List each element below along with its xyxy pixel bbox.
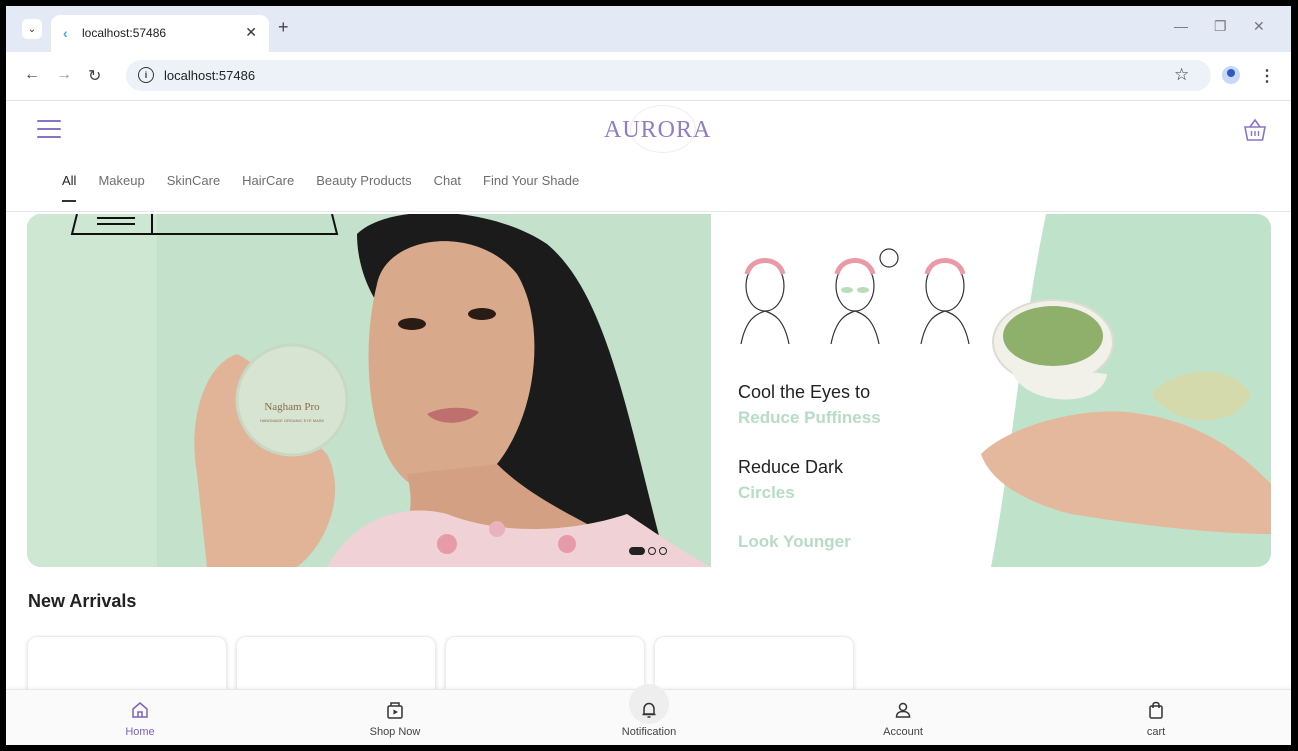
- nav-shop-now[interactable]: Shop Now: [335, 690, 455, 745]
- site-info-icon[interactable]: i: [138, 67, 154, 83]
- promo-carousel[interactable]: Nagham Pro HANDMADE ORGANIC EYE MASK Coo…: [27, 214, 1271, 567]
- flutter-favicon-icon: ‹: [63, 25, 68, 41]
- nav-notification[interactable]: Notification: [589, 684, 709, 745]
- carousel-dot[interactable]: [659, 547, 667, 555]
- carousel-dot-active[interactable]: [629, 547, 645, 555]
- nav-notification-label: Notification: [621, 726, 677, 738]
- nav-account[interactable]: Account: [843, 690, 963, 745]
- nav-shop-now-label: Shop Now: [369, 726, 421, 738]
- shop-now-icon: [387, 702, 403, 719]
- jar-brand-label: Nagham Pro: [264, 401, 320, 413]
- nav-account-label: Account: [883, 726, 923, 738]
- home-icon: [132, 702, 148, 718]
- tab-skincare[interactable]: SkinCare: [167, 173, 220, 188]
- profile-avatar-icon[interactable]: [1222, 66, 1240, 84]
- tab-haircare[interactable]: HairCare: [242, 173, 294, 188]
- url-text: localhost:57486: [164, 68, 256, 83]
- tab-title: localhost:57486: [82, 26, 167, 40]
- nav-home-label: Home: [125, 726, 155, 738]
- browser-menu-icon[interactable]: ⋮: [1259, 66, 1275, 86]
- tab-chat[interactable]: Chat: [434, 173, 461, 188]
- jar-subtitle-label: HANDMADE ORGANIC EYE MASK: [260, 418, 325, 423]
- back-arrow-icon[interactable]: ←: [24, 66, 40, 84]
- banner-line-3-accent: Look Younger: [738, 532, 851, 551]
- banner-line-1-accent: Reduce Puffiness: [738, 408, 881, 427]
- banner-slide-model: Nagham Pro HANDMADE ORGANIC EYE MASK: [27, 214, 711, 567]
- cart-bag-icon: [1149, 701, 1163, 719]
- category-tabs: All Makeup SkinCare HairCare Beauty Prod…: [62, 173, 601, 202]
- browser-toolbar: ← → ↻ i localhost:57486 ☆ ⋮: [6, 52, 1291, 101]
- app-header: AURORA All Makeup SkinCare HairCare Beau…: [6, 101, 1291, 212]
- reload-icon[interactable]: ↻: [88, 66, 101, 86]
- banner-line-2-accent: Circles: [738, 483, 795, 502]
- account-icon: [895, 702, 911, 718]
- bookmark-star-icon[interactable]: ☆: [1174, 65, 1189, 85]
- nav-cart-label: cart: [1146, 726, 1166, 738]
- restore-icon[interactable]: ❐: [1214, 18, 1227, 35]
- browser-window: ⌄ ‹ localhost:57486 ✕ + — ❐ ✕ ← → ↻ i lo…: [6, 6, 1291, 745]
- shopping-basket-icon[interactable]: [1242, 117, 1268, 143]
- tab-beauty-products[interactable]: Beauty Products: [316, 173, 411, 188]
- banner-line-1: Cool the Eyes to: [738, 382, 871, 402]
- banner-slide-eye-mask: Cool the Eyes to Reduce Puffiness Reduce…: [711, 214, 1271, 567]
- minimize-icon[interactable]: —: [1174, 18, 1188, 34]
- browser-tab[interactable]: ‹ localhost:57486 ✕: [51, 15, 269, 52]
- tab-search-button[interactable]: ⌄: [22, 19, 42, 39]
- bottom-navigation-bar: Home Shop Now Notification Account cart: [6, 684, 1291, 745]
- carousel-indicator: [629, 547, 667, 555]
- tab-makeup[interactable]: Makeup: [98, 173, 144, 188]
- address-bar[interactable]: i localhost:57486: [126, 60, 1211, 91]
- new-arrivals-heading: New Arrivals: [28, 591, 137, 611]
- tab-all[interactable]: All: [62, 173, 77, 202]
- nav-home[interactable]: Home: [80, 690, 200, 745]
- app-logo: AURORA: [604, 117, 712, 143]
- browser-tab-strip: ⌄ ‹ localhost:57486 ✕ + — ❐ ✕: [6, 6, 1291, 52]
- banner-line-2: Reduce Dark: [738, 457, 844, 477]
- bell-icon: [642, 702, 656, 718]
- tab-find-your-shade[interactable]: Find Your Shade: [483, 173, 579, 188]
- nav-cart[interactable]: cart: [1096, 690, 1216, 745]
- tab-close-icon[interactable]: ✕: [245, 24, 257, 41]
- window-close-icon[interactable]: ✕: [1253, 18, 1265, 35]
- new-tab-button[interactable]: +: [278, 17, 289, 38]
- carousel-dot[interactable]: [648, 547, 656, 555]
- hamburger-menu-icon[interactable]: [37, 120, 61, 144]
- model-illustration: Nagham Pro HANDMADE ORGANIC EYE MASK: [27, 214, 711, 567]
- forward-arrow-icon[interactable]: →: [56, 66, 72, 84]
